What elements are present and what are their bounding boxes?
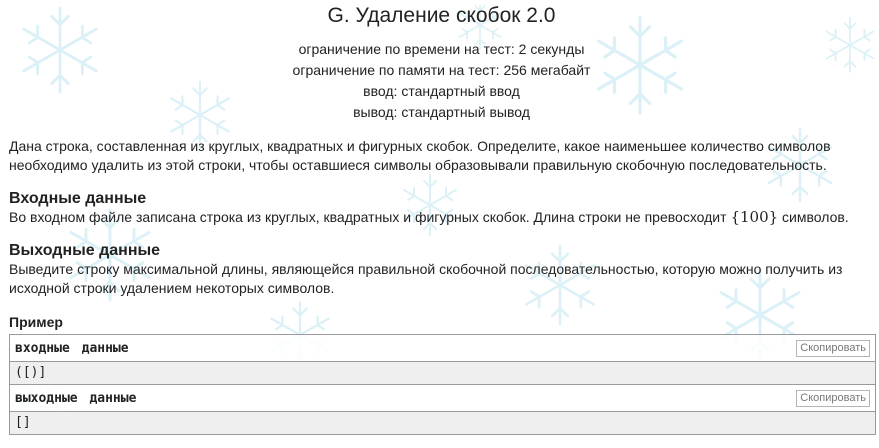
input-spec: Во входном файле записана строка из круг…	[9, 208, 874, 227]
output-file: вывод: стандартный вывод	[353, 104, 530, 120]
problem-header: G. Удаление скобок 2.0 ограничение по вр…	[9, 5, 874, 123]
sample-input-title: входные данные	[15, 340, 129, 356]
legend-line: необходимо удалить из этой строки, чтобы…	[9, 157, 827, 173]
legend-line: Дана строка, составленная из круглых, кв…	[9, 138, 831, 154]
legend: Дана строка, составленная из круглых, кв…	[9, 137, 874, 175]
sample-output-title: выходные данные	[15, 390, 137, 406]
sample-output-header: выходные данные Скопировать	[10, 385, 875, 412]
sample-input-value[interactable]: ([)]	[10, 362, 875, 384]
input-spec-math: {100}	[730, 208, 779, 226]
copy-input-button[interactable]: Скопировать	[796, 339, 870, 357]
input-spec-text: Во входном файле записана строка из круг…	[9, 209, 731, 225]
memory-limit: ограничение по памяти на тест: 256 мегаб…	[292, 62, 591, 78]
output-spec-line: исходной строки удалением некоторых симв…	[9, 280, 335, 296]
problem-statement: G. Удаление скобок 2.0 ограничение по вр…	[0, 5, 876, 435]
output-spec: Выведите строку максимальной длины, явля…	[9, 260, 874, 298]
output-spec-title: Выходные данные	[9, 242, 161, 259]
time-limit: ограничение по времени на тест: 2 секунд…	[298, 41, 585, 57]
sample-test: входные данные Скопировать ([)] выходные…	[9, 334, 876, 435]
sample-output: выходные данные Скопировать []	[10, 384, 875, 434]
input-spec-text-end: символов.	[778, 209, 849, 225]
sample-input-header: входные данные Скопировать	[10, 335, 875, 362]
example-label: Пример	[9, 314, 63, 330]
input-file: ввод: стандартный ввод	[363, 83, 520, 99]
sample-output-value[interactable]: []	[10, 412, 875, 434]
output-spec-line: Выведите строку максимальной длины, явля…	[9, 261, 843, 277]
input-spec-title: Входные данные	[9, 190, 147, 207]
sample-input: входные данные Скопировать ([)]	[10, 335, 875, 384]
copy-output-button[interactable]: Скопировать	[796, 389, 870, 407]
problem-title: G. Удаление скобок 2.0	[327, 4, 556, 27]
